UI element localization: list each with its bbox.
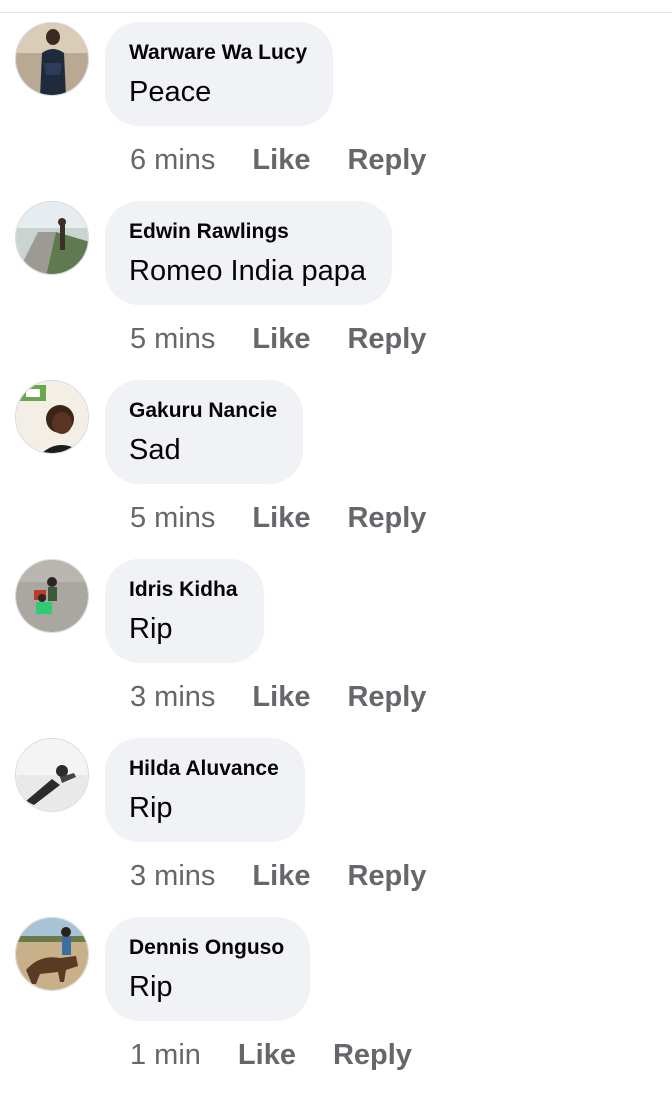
comment-bubble: Warware Wa Lucy Peace xyxy=(105,22,334,126)
comment-actions: 5 mins Like Reply xyxy=(130,498,426,538)
comment-actions: 5 mins Like Reply xyxy=(130,319,426,359)
comment-text: Romeo India papa xyxy=(129,255,366,287)
comment-item: Idris Kidha Rip 3 mins Like Reply xyxy=(0,559,672,738)
comment-bubble: Hilda Aluvance Rip xyxy=(105,738,305,842)
avatar[interactable] xyxy=(15,559,89,633)
comment-actions: 1 min Like Reply xyxy=(130,1035,412,1075)
comment-actions: 6 mins Like Reply xyxy=(130,140,426,180)
avatar[interactable] xyxy=(15,917,89,991)
comment-timestamp[interactable]: 1 min xyxy=(130,1039,201,1072)
avatar-photo xyxy=(16,918,88,990)
comment-text: Rip xyxy=(129,792,173,824)
reply-button[interactable]: Reply xyxy=(347,502,426,535)
avatar[interactable] xyxy=(15,22,89,96)
reply-button[interactable]: Reply xyxy=(347,681,426,714)
comment-text: Rip xyxy=(129,613,173,645)
comment-timestamp[interactable]: 3 mins xyxy=(130,860,215,893)
like-button[interactable]: Like xyxy=(252,860,310,893)
like-button[interactable]: Like xyxy=(252,323,310,356)
top-divider xyxy=(0,12,672,13)
comment-item: Gakuru Nancie Sad 5 mins Like Reply xyxy=(0,380,672,559)
comment-author[interactable]: Hilda Aluvance xyxy=(129,756,279,782)
comment-bubble: Idris Kidha Rip xyxy=(105,559,264,663)
comment-item: Warware Wa Lucy Peace 6 mins Like Reply xyxy=(0,22,672,201)
comment-item: Hilda Aluvance Rip 3 mins Like Reply xyxy=(0,738,672,917)
avatar[interactable] xyxy=(15,201,89,275)
avatar[interactable] xyxy=(15,380,89,454)
comment-text: Sad xyxy=(129,434,181,466)
comment-actions: 3 mins Like Reply xyxy=(130,856,426,896)
avatar-photo xyxy=(16,23,88,95)
comment-actions: 3 mins Like Reply xyxy=(130,677,426,717)
avatar-photo xyxy=(16,381,88,453)
avatar[interactable] xyxy=(15,738,89,812)
comment-author[interactable]: Gakuru Nancie xyxy=(129,398,277,424)
comment-item: Dennis Onguso Rip 1 min Like Reply xyxy=(0,917,672,1096)
comment-text: Peace xyxy=(129,76,212,108)
like-button[interactable]: Like xyxy=(252,144,310,177)
comment-bubble: Gakuru Nancie Sad xyxy=(105,380,304,484)
avatar-photo xyxy=(16,202,88,274)
reply-button[interactable]: Reply xyxy=(333,1039,412,1072)
avatar-photo xyxy=(16,560,88,632)
comment-author[interactable]: Dennis Onguso xyxy=(129,935,284,961)
comment-timestamp[interactable]: 6 mins xyxy=(130,144,215,177)
comment-timestamp[interactable]: 3 mins xyxy=(130,681,215,714)
reply-button[interactable]: Reply xyxy=(347,144,426,177)
reply-button[interactable]: Reply xyxy=(347,860,426,893)
reply-button[interactable]: Reply xyxy=(347,323,426,356)
comment-bubble: Dennis Onguso Rip xyxy=(105,917,311,1021)
comment-text: Rip xyxy=(129,971,173,1003)
comment-timestamp[interactable]: 5 mins xyxy=(130,502,215,535)
comment-author[interactable]: Idris Kidha xyxy=(129,577,238,603)
comment-timestamp[interactable]: 5 mins xyxy=(130,323,215,356)
comment-author[interactable]: Edwin Rawlings xyxy=(129,219,366,245)
like-button[interactable]: Like xyxy=(252,502,310,535)
comment-author[interactable]: Warware Wa Lucy xyxy=(129,40,307,66)
like-button[interactable]: Like xyxy=(238,1039,296,1072)
like-button[interactable]: Like xyxy=(252,681,310,714)
avatar-photo xyxy=(16,739,88,811)
comment-bubble: Edwin Rawlings Romeo India papa xyxy=(105,201,392,305)
comment-item: Edwin Rawlings Romeo India papa 5 mins L… xyxy=(0,201,672,380)
